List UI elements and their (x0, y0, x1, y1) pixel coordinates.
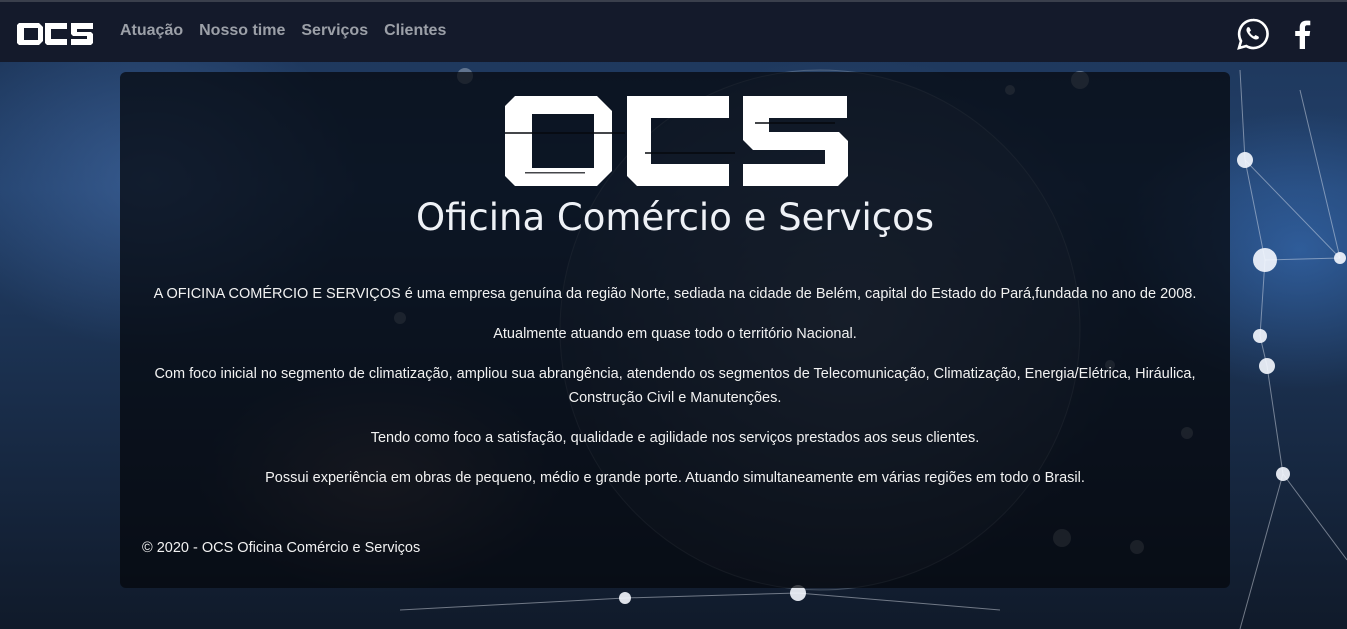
company-description: A OFICINA COMÉRCIO E SERVIÇOS é uma empr… (140, 283, 1210, 507)
nav-links: Atuação Nosso time Serviços Clientes (120, 22, 446, 40)
nav-link-nosso-time[interactable]: Nosso time (199, 22, 285, 40)
description-paragraph: A OFICINA COMÉRCIO E SERVIÇOS é uma empr… (153, 286, 1197, 302)
description-paragraph: Possui experiência em obras de pequeno, … (265, 469, 1085, 486)
company-title: Oficina Comércio e Serviços (415, 196, 935, 239)
about-card: Oficina Comércio e Serviços A OFICINA CO… (120, 72, 1230, 588)
whatsapp-icon[interactable] (1237, 18, 1269, 50)
nav-link-atuacao[interactable]: Atuação (120, 22, 183, 40)
ocs-logo (505, 96, 848, 186)
description-paragraph: Atualmente atuando em quase todo o terri… (493, 326, 857, 343)
brand-logo[interactable] (17, 19, 95, 49)
copyright-footer: © 2020 - OCS Oficina Comércio e Serviços (142, 540, 421, 556)
navbar: Atuação Nosso time Serviços Clientes (0, 0, 1347, 62)
description-paragraph: Tendo como foco a satisfação, qualidade … (370, 429, 980, 446)
nav-link-servicos[interactable]: Serviços (301, 22, 368, 40)
description-paragraph: Com foco inicial no segmento de climatiz… (154, 366, 1196, 406)
facebook-icon[interactable] (1287, 18, 1319, 50)
nav-link-clientes[interactable]: Clientes (384, 22, 446, 40)
social-links (1237, 18, 1319, 50)
